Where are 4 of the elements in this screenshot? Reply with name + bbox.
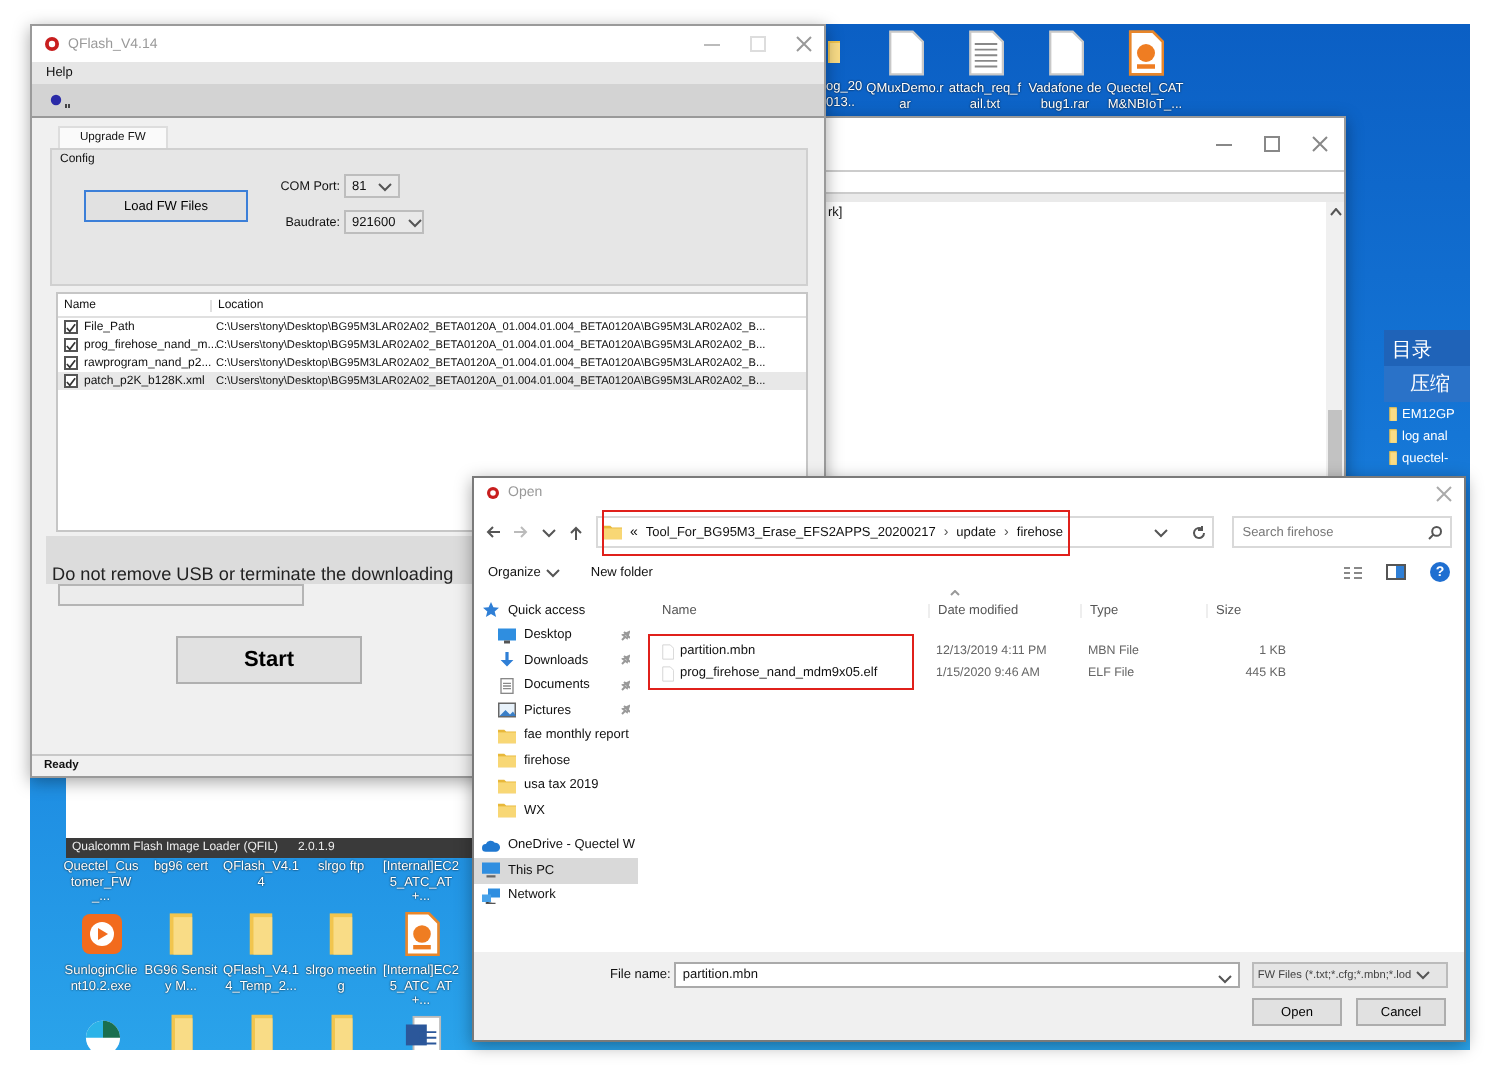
status-message: Do not remove USB or terminate the downloading	[52, 564, 454, 584]
panel-heading: 压缩	[1384, 366, 1470, 402]
panel-title: 目录	[1384, 330, 1470, 366]
start-button[interactable]: Start	[176, 636, 362, 684]
